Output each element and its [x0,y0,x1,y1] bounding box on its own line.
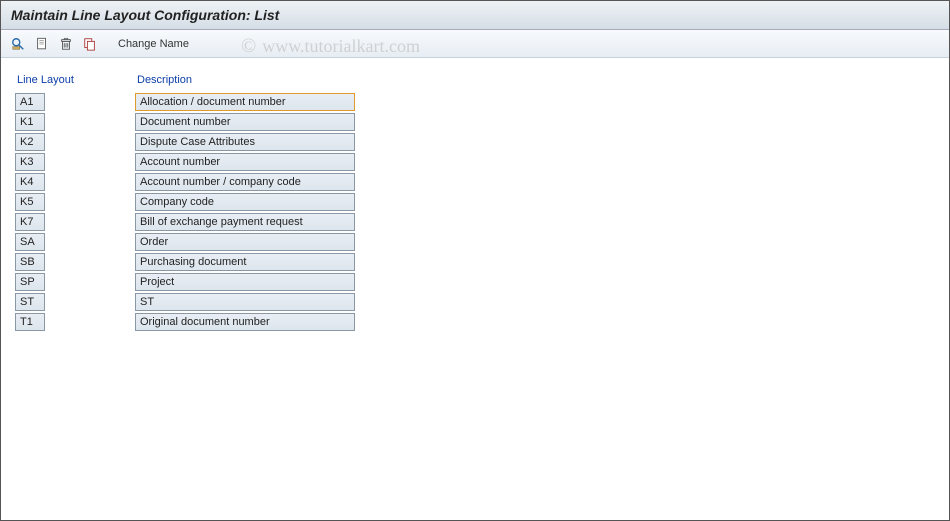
line-layout-description[interactable]: Account number / company code [135,173,355,191]
table-row[interactable]: ST ST [15,292,395,312]
details-icon[interactable] [7,34,29,54]
col-header-description[interactable]: Description [135,72,395,92]
table-row[interactable]: K5 Company code [15,192,395,212]
create-icon[interactable] [31,34,53,54]
page-title: Maintain Line Layout Configuration: List [1,1,949,30]
line-layout-code[interactable]: K1 [15,113,45,131]
line-layout-description[interactable]: Original document number [135,313,355,331]
line-layout-code[interactable]: K3 [15,153,45,171]
line-layout-description[interactable]: ST [135,293,355,311]
table-row[interactable]: K3 Account number [15,152,395,172]
col-header-line-layout[interactable]: Line Layout [15,72,135,92]
line-layout-code[interactable]: ST [15,293,45,311]
table-row[interactable]: K2 Dispute Case Attributes [15,132,395,152]
line-layout-description[interactable]: Project [135,273,355,291]
line-layout-code[interactable]: T1 [15,313,45,331]
delete-icon[interactable] [55,34,77,54]
line-layout-description[interactable]: Account number [135,153,355,171]
table-row[interactable]: K4 Account number / company code [15,172,395,192]
line-layout-description[interactable]: Document number [135,113,355,131]
table-row[interactable]: SA Order [15,232,395,252]
line-layout-description[interactable]: Order [135,233,355,251]
line-layout-description[interactable]: Company code [135,193,355,211]
toolbar: Change Name [1,30,949,58]
table-row[interactable]: T1 Original document number [15,312,395,332]
table-row[interactable]: A1 Allocation / document number [15,92,395,112]
line-layout-description[interactable]: Allocation / document number [135,93,355,111]
line-layout-code[interactable]: K2 [15,133,45,151]
line-layout-code[interactable]: K4 [15,173,45,191]
copy-icon[interactable] [79,34,101,54]
line-layout-description[interactable]: Purchasing document [135,253,355,271]
line-layout-table: Line Layout Description A1 Allocation / d… [15,72,395,332]
line-layout-description[interactable]: Dispute Case Attributes [135,133,355,151]
line-layout-code[interactable]: A1 [15,93,45,111]
table-row[interactable]: K1 Document number [15,112,395,132]
line-layout-code[interactable]: SB [15,253,45,271]
change-name-button[interactable]: Change Name [109,35,198,53]
line-layout-code[interactable]: K7 [15,213,45,231]
table-row[interactable]: K7 Bill of exchange payment request [15,212,395,232]
table-row[interactable]: SP Project [15,272,395,292]
line-layout-description[interactable]: Bill of exchange payment request [135,213,355,231]
line-layout-code[interactable]: SA [15,233,45,251]
line-layout-code[interactable]: SP [15,273,45,291]
line-layout-code[interactable]: K5 [15,193,45,211]
table-row[interactable]: SB Purchasing document [15,252,395,272]
